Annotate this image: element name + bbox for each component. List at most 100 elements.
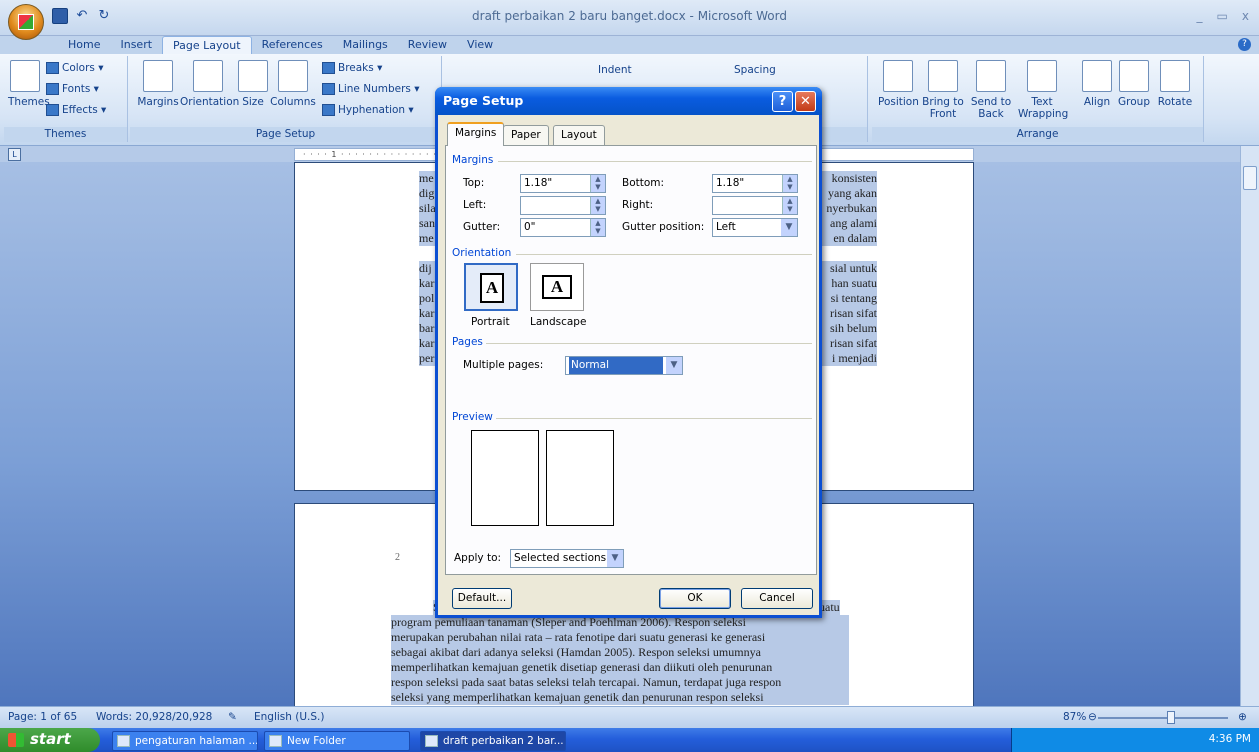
right-margin-input[interactable]: ▲ ▼	[712, 196, 798, 215]
close-button[interactable]: x	[1242, 9, 1249, 23]
clock[interactable]: 4:36 PM	[1209, 733, 1251, 745]
group-button[interactable]: Group	[1116, 60, 1152, 108]
gutter-input[interactable]: 0" ▲ ▼	[520, 218, 606, 237]
columns-button[interactable]: Columns	[270, 60, 316, 108]
fonts-button[interactable]: Fonts ▾	[46, 83, 99, 95]
text-line: en dalam	[821, 231, 877, 246]
position-button[interactable]: Position	[878, 60, 919, 108]
hyphenation-label: Hyphenation	[338, 104, 406, 116]
size-icon	[238, 60, 268, 92]
hyphenation-button[interactable]: Hyphenation ▾	[322, 104, 414, 116]
tab-selector-icon[interactable]: L	[8, 148, 21, 161]
breaks-button[interactable]: Breaks ▾	[322, 62, 382, 74]
spinner-arrows-icon[interactable]: ▲ ▼	[590, 197, 605, 214]
effects-button[interactable]: Effects ▾	[46, 104, 106, 116]
start-button[interactable]: start	[0, 728, 100, 752]
top-margin-value: 1.18"	[524, 177, 553, 189]
apply-to-select[interactable]: Selected sections ▼	[510, 549, 624, 568]
dialog-help-button[interactable]: ?	[772, 91, 793, 112]
dialog-tab-margins[interactable]: Margins	[447, 122, 505, 146]
colors-button[interactable]: Colors ▾	[46, 62, 104, 74]
themes-label: Themes	[8, 96, 50, 108]
spinner-arrows-icon[interactable]: ▲ ▼	[590, 175, 605, 192]
top-margin-input[interactable]: 1.18" ▲ ▼	[520, 174, 606, 193]
send-to-back-icon	[976, 60, 1006, 92]
tab-mailings[interactable]: Mailings	[333, 36, 398, 54]
zoom-level[interactable]: 87%	[1063, 711, 1086, 723]
portrait-label[interactable]: Portrait	[471, 316, 510, 328]
landscape-option[interactable]: A	[530, 263, 584, 311]
spinner-arrows-icon[interactable]: ▲ ▼	[590, 219, 605, 236]
tab-view[interactable]: View	[457, 36, 503, 54]
dialog-tab-layout[interactable]: Layout	[553, 125, 605, 145]
default-button[interactable]: Default...	[452, 588, 512, 609]
rotate-label: Rotate	[1157, 96, 1193, 108]
orientation-button[interactable]: Orientation	[180, 60, 239, 108]
word-count[interactable]: Words: 20,928/20,928	[96, 711, 212, 723]
themes-button[interactable]: Themes	[8, 60, 50, 108]
page2-body: program pemuliaan tanaman (Sleper and Po…	[391, 615, 849, 705]
breaks-label: Breaks	[338, 62, 374, 74]
taskbar-button-pengaturan[interactable]: pengaturan halaman ...	[112, 731, 258, 751]
bottom-margin-input[interactable]: 1.18" ▲ ▼	[712, 174, 798, 193]
portrait-option[interactable]: A	[464, 263, 518, 311]
orientation-icon	[193, 60, 223, 92]
chevron-down-icon[interactable]: ▼	[607, 550, 623, 567]
dialog-title: Page Setup	[443, 93, 524, 108]
bring-to-front-label: Bring to Front	[922, 96, 964, 120]
dialog-close-button[interactable]: ✕	[795, 91, 816, 112]
send-to-back-button[interactable]: Send to Back	[968, 60, 1014, 120]
text-line: risan sifat	[821, 336, 877, 351]
spinner-arrows-icon[interactable]: ▲ ▼	[782, 175, 797, 192]
taskbar-button-new-folder[interactable]: New Folder	[264, 731, 410, 751]
gutter-value: 0"	[524, 221, 536, 233]
bring-to-front-button[interactable]: Bring to Front	[920, 60, 966, 120]
language[interactable]: English (U.S.)	[254, 711, 324, 723]
send-to-back-label: Send to Back	[970, 96, 1012, 120]
proofing-icon[interactable]: ✎	[228, 711, 237, 723]
ok-button[interactable]: OK	[659, 588, 731, 609]
taskbar-button-draft[interactable]: draft perbaikan 2 bar...	[420, 731, 566, 751]
tab-home[interactable]: Home	[58, 36, 110, 54]
tab-references[interactable]: References	[252, 36, 333, 54]
text-wrapping-button[interactable]: Text Wrapping	[1018, 60, 1068, 120]
chevron-down-icon[interactable]: ▼	[781, 219, 797, 236]
rotate-button[interactable]: Rotate	[1156, 60, 1194, 108]
landscape-label[interactable]: Landscape	[530, 316, 586, 328]
gutter-position-select[interactable]: Left ▼	[712, 218, 798, 237]
size-button[interactable]: Size	[238, 60, 268, 108]
page1-right-fragments: konsisten yang akan nyerbukan ang alami …	[821, 171, 877, 366]
zoom-slider-thumb[interactable]	[1167, 711, 1176, 724]
left-margin-input[interactable]: ▲ ▼	[520, 196, 606, 215]
tab-insert[interactable]: Insert	[110, 36, 162, 54]
multiple-pages-label: Multiple pages:	[463, 359, 544, 371]
text-line: merupakan perubahan nilai rata – rata fe…	[391, 630, 849, 645]
cancel-button[interactable]: Cancel	[741, 588, 813, 609]
office-button[interactable]	[8, 4, 44, 40]
bottom-label: Bottom:	[622, 177, 665, 189]
scroll-thumb[interactable]	[1243, 166, 1257, 190]
taskbar-button-label: pengaturan halaman ...	[135, 735, 258, 747]
zoom-in-icon[interactable]: ⊕	[1238, 711, 1247, 723]
help-icon[interactable]: ?	[1238, 38, 1251, 51]
multiple-pages-select[interactable]: Normal ▼	[565, 356, 683, 375]
tab-review[interactable]: Review	[398, 36, 457, 54]
gutter-position-label: Gutter position:	[622, 221, 705, 233]
tab-page-layout[interactable]: Page Layout	[162, 36, 252, 54]
line-numbers-button[interactable]: Line Numbers ▾	[322, 83, 419, 95]
dialog-tab-paper[interactable]: Paper	[503, 125, 549, 145]
align-icon	[1082, 60, 1112, 92]
maximize-button[interactable]: ▭	[1217, 9, 1228, 23]
zoom-out-icon[interactable]: ⊖	[1088, 711, 1097, 723]
dialog-title-bar[interactable]: Page Setup ? ✕	[435, 87, 822, 115]
page-count[interactable]: Page: 1 of 65	[8, 711, 77, 723]
spinner-arrows-icon[interactable]: ▲ ▼	[782, 197, 797, 214]
text-fragment: uatu	[819, 600, 840, 615]
align-button[interactable]: Align	[1082, 60, 1112, 108]
vertical-scrollbar[interactable]	[1240, 146, 1259, 706]
chevron-down-icon[interactable]: ▼	[666, 357, 682, 374]
minimize-button[interactable]: _	[1197, 9, 1203, 23]
margins-button[interactable]: Margins	[136, 60, 180, 108]
zoom-slider[interactable]	[1098, 717, 1228, 719]
